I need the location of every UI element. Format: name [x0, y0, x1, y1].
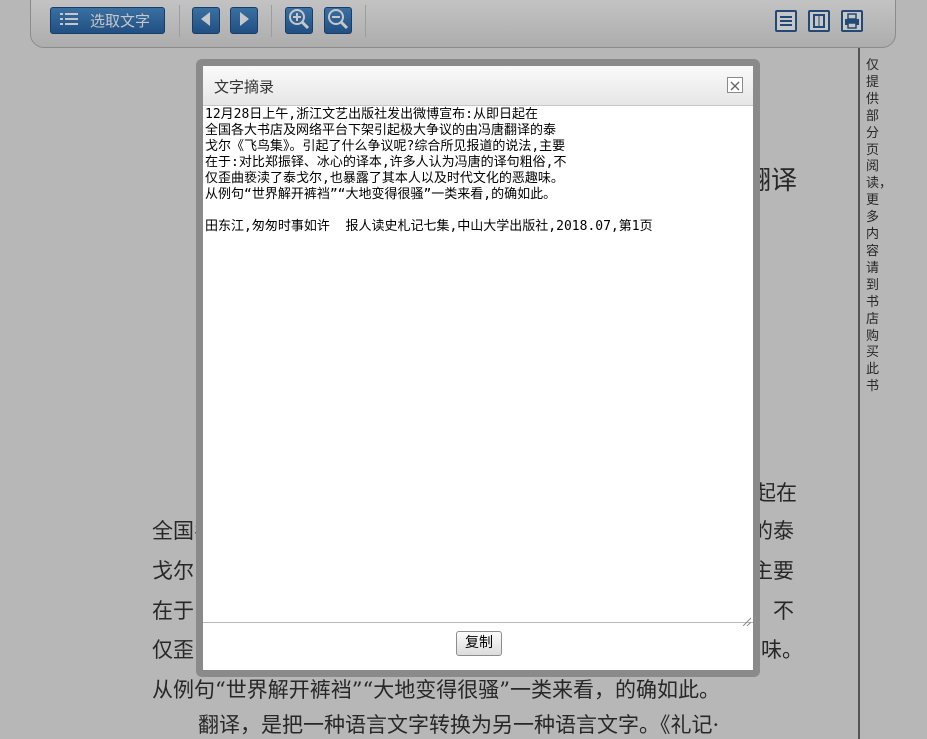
close-button[interactable] [727, 77, 743, 93]
dialog-header: 文字摘录 [203, 66, 753, 106]
excerpt-textarea[interactable]: 12月28日上午,浙江文艺出版社发出微博宣布:从即日起在 全国各大书店及网络平台… [203, 105, 753, 627]
excerpt-text[interactable]: 12月28日上午,浙江文艺出版社发出微博宣布:从即日起在 全国各大书店及网络平台… [205, 107, 745, 235]
close-icon [728, 78, 742, 97]
dialog-title: 文字摘录 [214, 78, 275, 96]
excerpt-dialog: 文字摘录 12月28日上午,浙江文艺出版社发出微博宣布:从即日起在 全国各大书店… [196, 59, 760, 677]
copy-button[interactable]: 复制 [456, 631, 502, 656]
excerpt-dialog-body: 文字摘录 12月28日上午,浙江文艺出版社发出微博宣布:从即日起在 全国各大书店… [203, 66, 753, 670]
resize-grip-icon[interactable] [742, 611, 752, 627]
